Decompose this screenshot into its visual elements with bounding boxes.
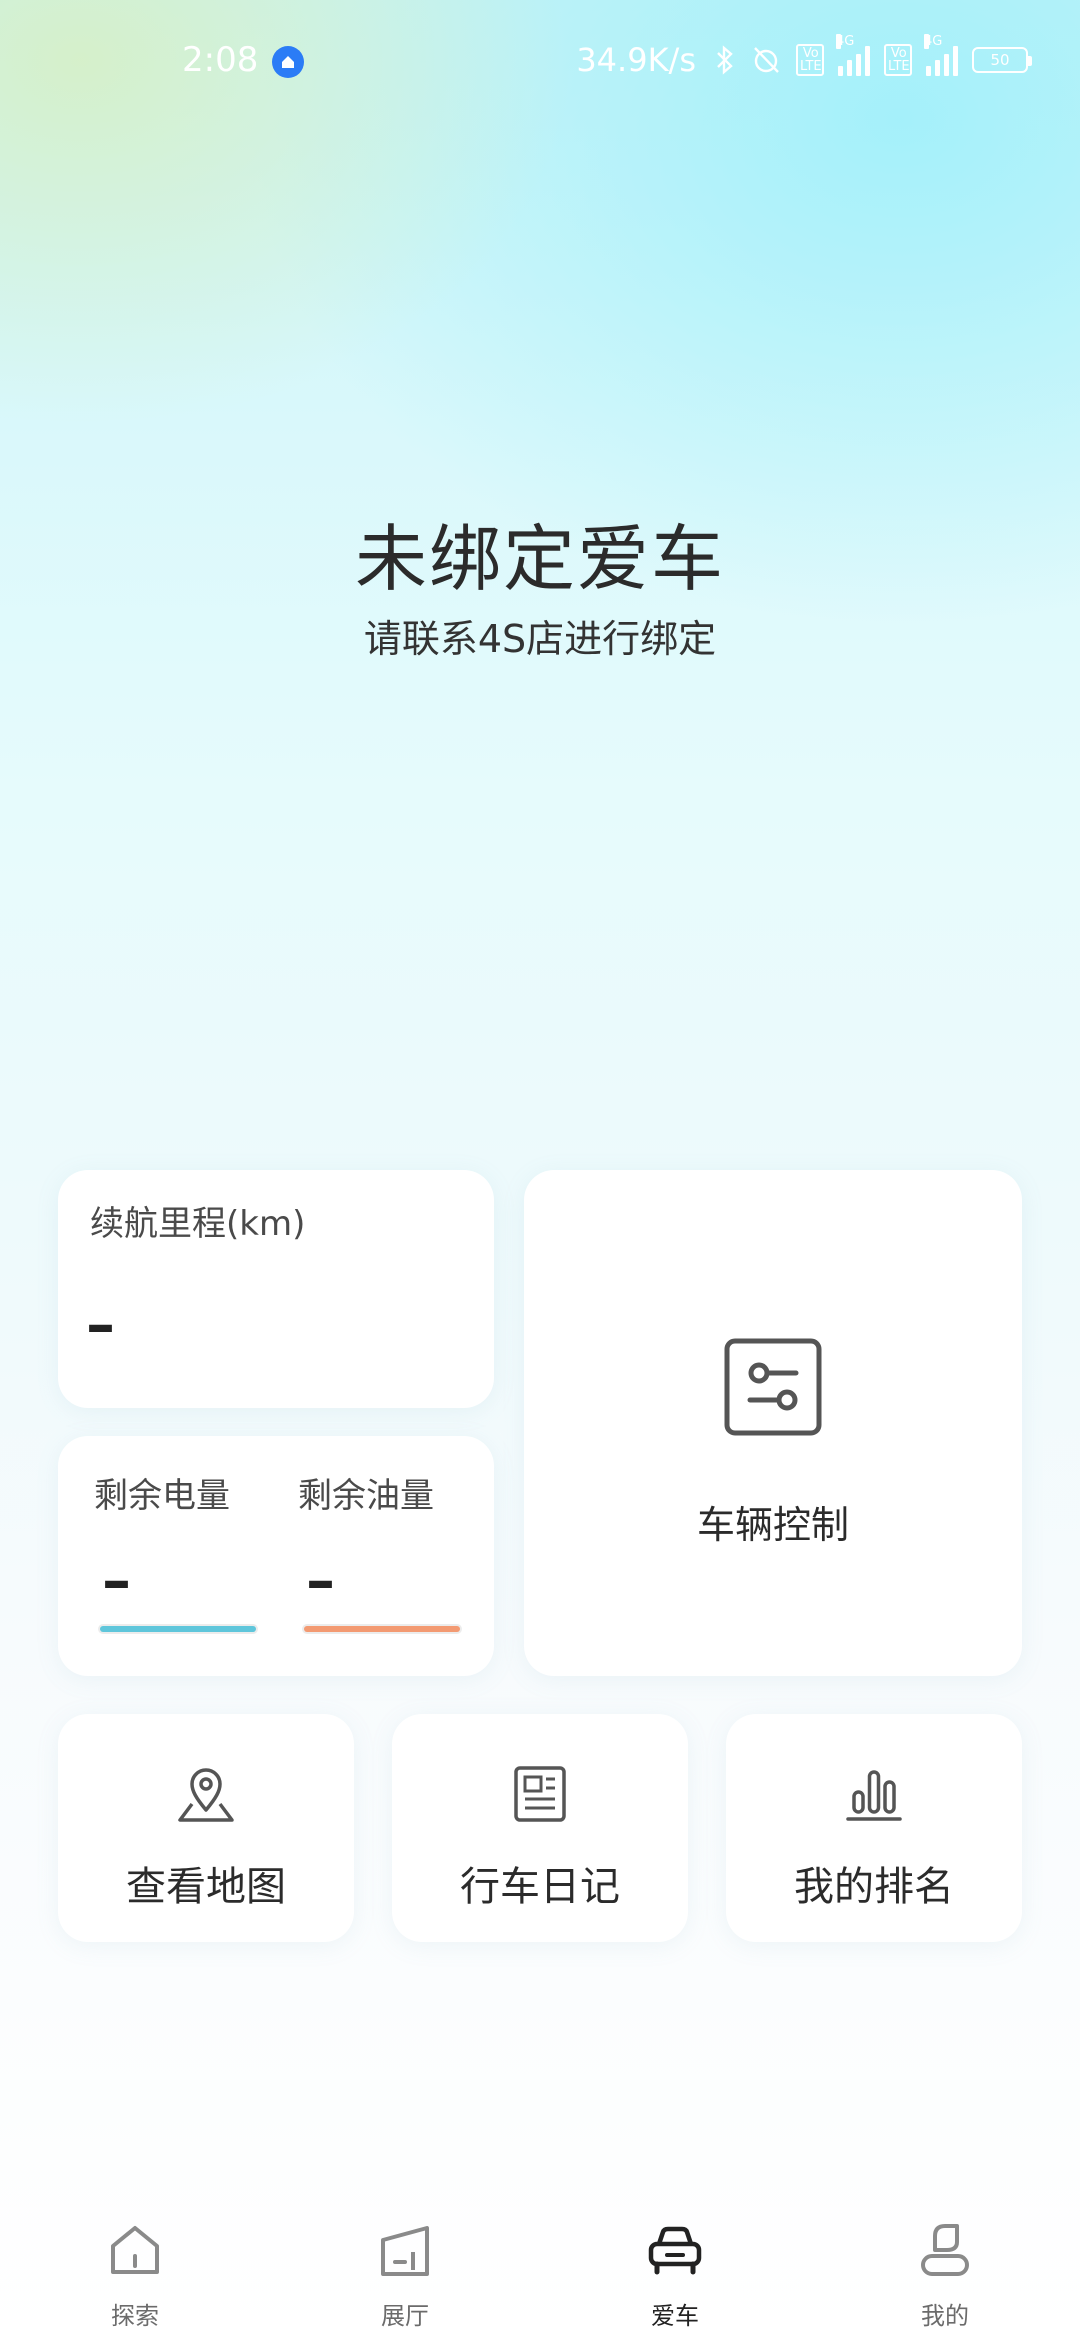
signal-strength-icon: 4G [836,34,870,76]
range-value: – [86,1290,115,1358]
fuel-level-value: – [306,1546,335,1614]
car-icon [648,2226,702,2275]
fuel-level-section: 剩余油量 – [298,1468,468,1614]
network-gen-label-2: 4G [924,34,943,49]
range-title: 续航里程(km) [90,1204,306,1244]
status-indicators: 34.9K/s Vo LTE 4G Vo LTE 4G 50 [576,34,1032,80]
fuel-level-label: 剩余油量 [298,1476,434,1516]
battery-level-value: – [102,1546,131,1614]
driving-diary-tile[interactable]: 行车日记 [392,1714,688,1942]
volte-badge-2: Vo LTE [884,44,912,76]
nav-item-mine[interactable]: 我的 [865,2220,1025,2340]
my-ranking-tile[interactable]: 我的排名 [726,1714,1022,1942]
status-bar: 2:08 34.9K/s Vo LTE 4G Vo LTE 4G 50 [0,0,1080,120]
view-map-label: 查看地图 [126,1864,286,1910]
my-ranking-label: 我的排名 [794,1864,954,1910]
battery-level: 50 [990,51,1010,69]
bottom-nav: 探索 展厅 爱车 我的 [0,2210,1080,2340]
battery-level-label: 剩余电量 [94,1476,230,1516]
nav-label-mine: 我的 [921,2302,969,2330]
range-card[interactable]: 续航里程(km) – [58,1170,494,1408]
person-icon [921,2224,969,2276]
nav-label-explore: 探索 [111,2302,159,2330]
bar-chart-icon [846,1770,902,1821]
page-subtitle: 请联系4S店进行绑定 [363,617,717,661]
nav-label-car: 爱车 [651,2302,699,2330]
bluetooth-icon [714,44,736,76]
signal-strength-icon-2: 4G [924,34,958,76]
showroom-icon [381,2226,429,2276]
map-pin-icon [178,1768,234,1822]
volte-badge: Vo LTE [796,44,824,76]
driving-diary-label: 行车日记 [460,1864,620,1910]
vehicle-control-card[interactable]: 车辆控制 [524,1170,1022,1676]
battery-level-bar [98,1624,258,1634]
home-icon [111,2226,159,2274]
battery-level-bar-fill [100,1626,256,1632]
alarm-off-icon [750,44,782,76]
battery-level-section: 剩余电量 – [94,1468,264,1614]
fuel-level-bar [302,1624,462,1634]
energy-card[interactable]: 剩余电量 – 剩余油量 – [58,1436,494,1676]
nav-item-showroom[interactable]: 展厅 [325,2220,485,2340]
status-time: 2:08 [182,40,259,80]
page-title: 未绑定爱车 [354,517,725,601]
network-gen-label: 4G [836,34,855,49]
fuel-level-bar-fill [304,1626,460,1632]
sliders-control-icon [724,1338,822,1436]
battery-icon: 50 [972,47,1032,73]
notification-app-icon [272,46,304,78]
view-map-tile[interactable]: 查看地图 [58,1714,354,1942]
newspaper-icon [514,1766,566,1822]
network-speed: 34.9K/s [576,41,696,79]
vehicle-control-label: 车辆控制 [696,1503,849,1547]
nav-item-explore[interactable]: 探索 [55,2220,215,2340]
nav-label-showroom: 展厅 [381,2302,429,2330]
nav-item-car[interactable]: 爱车 [595,2220,755,2340]
